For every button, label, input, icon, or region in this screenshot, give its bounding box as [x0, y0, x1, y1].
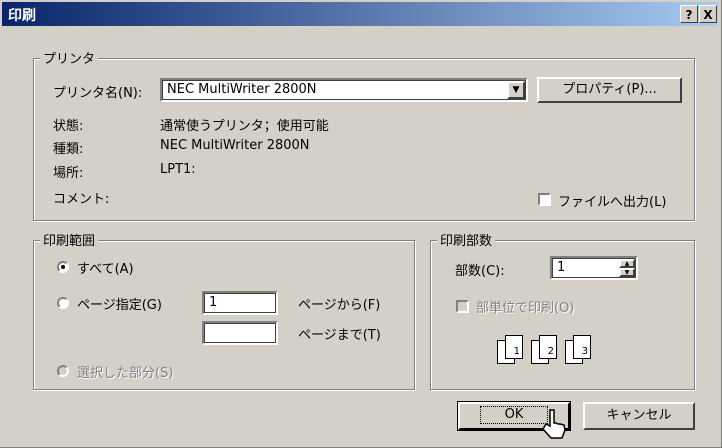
- ok-label: OK: [479, 406, 549, 424]
- selection-radio[interactable]: [57, 365, 69, 377]
- from-page-value: 1: [209, 295, 218, 310]
- from-page-input[interactable]: 1: [202, 291, 278, 315]
- mouse-cursor-icon: [542, 409, 566, 439]
- title-bar[interactable]: 印刷 ? X: [2, 2, 718, 26]
- close-button[interactable]: X: [699, 5, 717, 23]
- cancel-button[interactable]: キャンセル: [583, 402, 695, 430]
- pages-radio[interactable]: [57, 297, 69, 309]
- copies-value: 1: [557, 260, 566, 275]
- print-to-file-label[interactable]: ファイルへ出力(L): [558, 191, 666, 210]
- page-icon: 2: [539, 335, 557, 359]
- type-value: NEC MultiWriter 2800N: [160, 138, 310, 153]
- printer-name-select[interactable]: NEC MultiWriter 2800N ▼: [160, 78, 528, 102]
- location-value: LPT1:: [160, 162, 196, 177]
- print-range-label: 印刷範囲: [40, 230, 99, 249]
- selection-label[interactable]: 選択した部分(S): [77, 362, 173, 381]
- comment-label: コメント:: [53, 192, 110, 207]
- to-page-suffix: ページまで(T): [298, 328, 381, 343]
- copies-group-label: 印刷部数: [437, 230, 496, 249]
- printer-name-value: NEC MultiWriter 2800N: [167, 82, 317, 97]
- pages-label[interactable]: ページ指定(G): [77, 294, 162, 313]
- page-icon: 3: [573, 335, 591, 359]
- chevron-down-icon[interactable]: ▼: [507, 81, 525, 99]
- properties-button[interactable]: プロパティ(P)...: [537, 77, 682, 103]
- collate-label[interactable]: 部単位で印刷(O): [476, 297, 574, 316]
- copies-label: 部数(C):: [455, 264, 505, 279]
- location-label: 場所:: [53, 166, 84, 181]
- window-title: 印刷: [8, 8, 36, 24]
- all-radio[interactable]: [57, 261, 69, 273]
- to-page-input[interactable]: [202, 321, 278, 345]
- spin-down-icon[interactable]: ▼: [619, 268, 635, 277]
- type-label: 種類:: [53, 142, 84, 157]
- printer-name-label: プリンタ名(N):: [53, 86, 143, 101]
- print-dialog: 印刷 ? X プリンタ プリンタ名(N): NEC MultiWriter 28…: [0, 0, 722, 448]
- status-value: 通常使うプリンタ；使用可能: [160, 119, 329, 134]
- spin-up-icon[interactable]: ▲: [619, 259, 635, 268]
- help-button[interactable]: ?: [680, 5, 698, 23]
- collate-checkbox[interactable]: [456, 300, 469, 313]
- page-icon: 1: [505, 335, 523, 359]
- copies-input[interactable]: 1 ▲ ▼: [550, 256, 638, 280]
- printer-group-label: プリンタ: [40, 48, 99, 67]
- status-label: 状態:: [53, 119, 84, 134]
- from-page-suffix: ページから(F): [298, 298, 381, 313]
- print-to-file-checkbox[interactable]: [538, 193, 551, 206]
- all-label[interactable]: すべて(A): [77, 258, 134, 277]
